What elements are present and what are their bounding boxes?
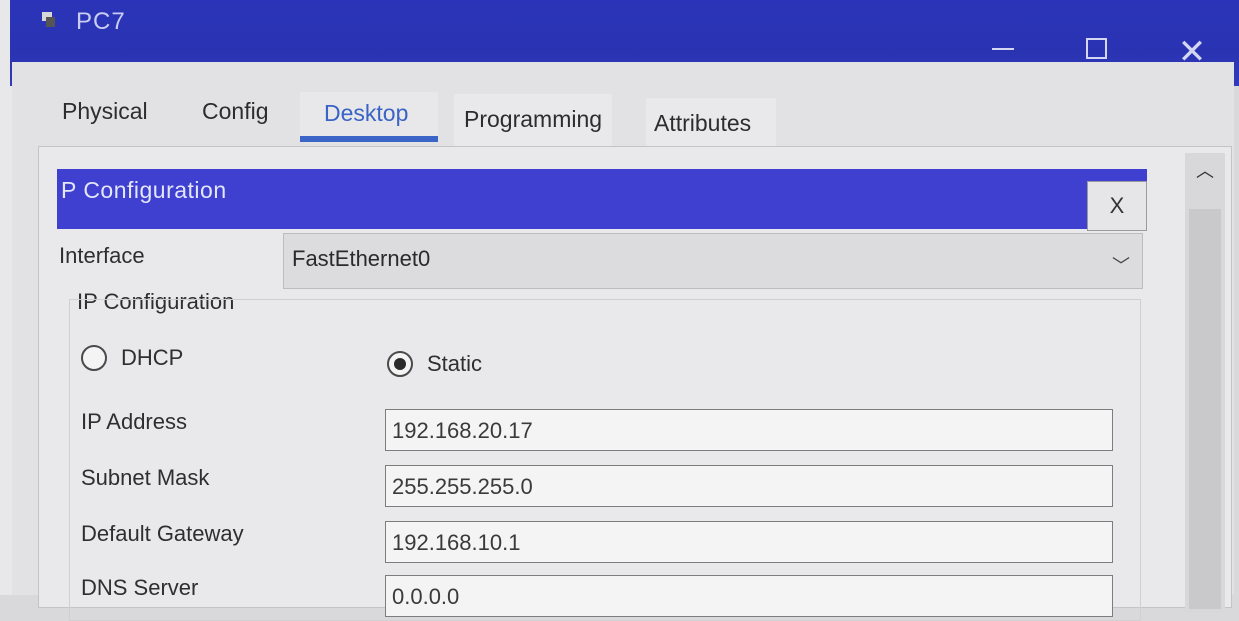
chevron-up-icon[interactable]: ︿ bbox=[1185, 157, 1225, 187]
tab-label: Programming bbox=[464, 106, 603, 132]
dns-server-value: 0.0.0.0 bbox=[392, 584, 460, 609]
maximize-icon bbox=[1086, 38, 1107, 59]
subnet-mask-value: 255.255.255.0 bbox=[392, 474, 533, 499]
static-radio[interactable] bbox=[387, 351, 413, 377]
tab-programming[interactable]: Programming bbox=[454, 94, 612, 146]
background-edge bbox=[0, 0, 12, 595]
default-gateway-value: 192.168.10.1 bbox=[392, 530, 521, 555]
ip-config-title: P Configuration bbox=[61, 177, 227, 203]
window-body: Physical Config Desktop Programming Attr… bbox=[12, 62, 1234, 621]
window-title: PC7 bbox=[76, 8, 126, 35]
ip-address-field[interactable]: 192.168.20.17 bbox=[385, 409, 1113, 451]
dhcp-radio[interactable] bbox=[81, 345, 107, 371]
subnet-mask-label: Subnet Mask bbox=[81, 465, 210, 490]
ip-address-value: 192.168.20.17 bbox=[392, 418, 533, 443]
ip-config-header: P Configuration bbox=[57, 169, 1147, 229]
dns-server-field[interactable]: 0.0.0.0 bbox=[385, 575, 1113, 617]
tab-config[interactable]: Config bbox=[186, 86, 296, 138]
interface-value: FastEthernet0 bbox=[292, 246, 431, 271]
active-tab-indicator bbox=[300, 136, 438, 142]
close-ip-config-button[interactable]: X bbox=[1087, 181, 1147, 231]
tab-attributes[interactable]: Attributes bbox=[646, 98, 776, 150]
tab-physical[interactable]: Physical bbox=[50, 86, 160, 138]
tab-label: Physical bbox=[62, 98, 148, 124]
static-label: Static bbox=[427, 351, 483, 376]
minimize-icon bbox=[992, 48, 1014, 50]
dhcp-label: DHCP bbox=[121, 345, 184, 370]
subnet-mask-field[interactable]: 255.255.255.0 bbox=[385, 465, 1113, 507]
tab-desktop[interactable]: Desktop bbox=[300, 92, 438, 142]
tab-label: Attributes bbox=[654, 110, 752, 136]
tab-bar: Physical Config Desktop Programming Attr… bbox=[36, 86, 796, 150]
default-gateway-label: Default Gateway bbox=[81, 521, 244, 546]
tab-label: Desktop bbox=[324, 100, 409, 126]
default-gateway-field[interactable]: 192.168.10.1 bbox=[385, 521, 1113, 563]
interface-select[interactable]: FastEthernet0 ﹀ bbox=[283, 233, 1143, 289]
scrollbar-thumb[interactable] bbox=[1189, 209, 1221, 609]
interface-label: Interface bbox=[59, 243, 145, 268]
vertical-scrollbar[interactable]: ︿ bbox=[1185, 153, 1225, 613]
chevron-down-icon: ﹀ bbox=[1112, 256, 1130, 276]
dns-server-label: DNS Server bbox=[81, 575, 199, 600]
ip-address-label: IP Address bbox=[81, 409, 187, 434]
app-icon bbox=[42, 12, 58, 28]
desktop-panel: ︿ P Configuration X Interface FastEthern… bbox=[38, 146, 1232, 621]
ip-config-group bbox=[69, 299, 1141, 621]
tab-label: Config bbox=[202, 98, 269, 124]
